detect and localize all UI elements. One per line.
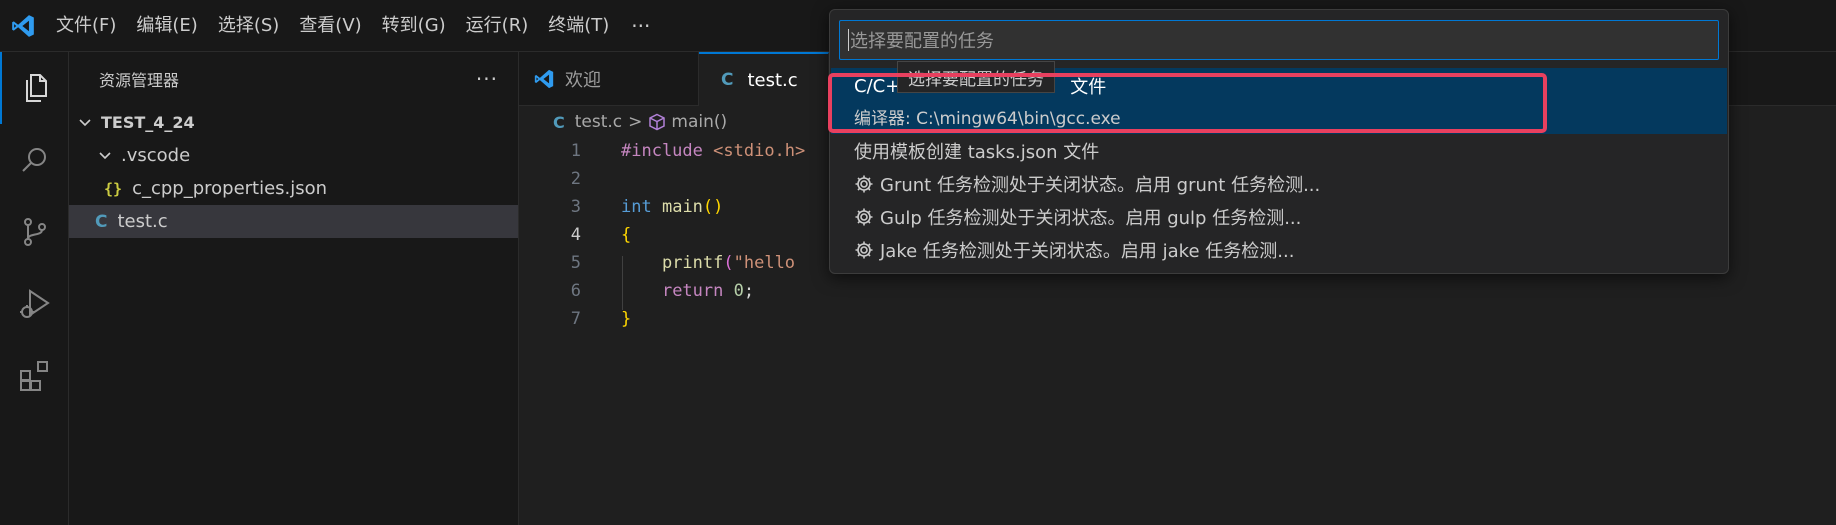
menu-bar: 文件(F) 编辑(E) 选择(S) 查看(V) 转到(G) 运行(R) 终端(T…	[46, 0, 662, 52]
vscode-logo-icon	[0, 0, 46, 52]
return-keyword: return	[661, 281, 724, 301]
line-content: printf("hello	[581, 253, 795, 273]
file-label: test.c	[117, 211, 168, 232]
explorer-more-button[interactable]: ···	[476, 67, 498, 91]
breadcrumb: C test.c > main()	[519, 107, 727, 137]
item-label: 使用模板创建 tasks.json 文件	[854, 142, 1100, 163]
quick-pick-dialog: 选择要配置的任务 C/C+ 文件 编译器: C:\mingw64\bin\gcc…	[829, 9, 1729, 274]
tab-test-c[interactable]: C test.c	[699, 52, 829, 106]
line-number: 2	[570, 169, 581, 189]
item-label: Grunt 任务检测处于关闭状态。启用 grunt 任务检测...	[880, 175, 1321, 196]
line-number: 7	[570, 309, 581, 329]
indent-guide	[622, 256, 623, 310]
explorer-title: 资源管理器	[99, 71, 180, 90]
code-line: 7 }	[519, 305, 1836, 333]
tab-label: 欢迎	[565, 70, 601, 91]
function-name: main	[661, 197, 703, 217]
c-file-icon: C	[721, 70, 734, 90]
line-number: 5	[570, 253, 581, 273]
explorer-icon[interactable]	[0, 52, 69, 124]
tree-folder-vscode[interactable]: .vscode	[69, 139, 518, 172]
menu-view[interactable]: 查看(V)	[289, 0, 371, 52]
menu-go[interactable]: 转到(G)	[372, 0, 456, 52]
number-literal: 0	[733, 281, 744, 301]
menu-run[interactable]: 运行(R)	[456, 0, 539, 52]
tab-label: test.c	[747, 69, 798, 91]
line-number: 6	[570, 281, 581, 301]
file-label: c_cpp_properties.json	[132, 178, 328, 199]
c-file-icon: C	[95, 211, 108, 232]
gear-icon	[854, 174, 874, 194]
item-label: Jake 任务检测处于关闭状态。启用 jake 任务检测...	[880, 241, 1295, 262]
line-content: {	[581, 225, 631, 245]
json-file-icon: {}	[104, 179, 123, 198]
open-brace: {	[621, 225, 632, 245]
quick-pick-item[interactable]: Grunt 任务检测处于关闭状态。启用 grunt 任务检测...	[854, 169, 1320, 199]
root-folder-label: TEST_4_24	[101, 113, 195, 132]
menu-edit[interactable]: 编辑(E)	[126, 0, 207, 52]
quick-pick-item[interactable]: Jake 任务检测处于关闭状态。启用 jake 任务检测...	[854, 235, 1294, 265]
line-content: }	[581, 309, 631, 329]
paren: (	[723, 253, 734, 273]
line-content: int main()	[581, 197, 723, 217]
code-line: 6 return 0;	[519, 277, 1836, 305]
menu-selection[interactable]: 选择(S)	[208, 0, 289, 52]
menu-file[interactable]: 文件(F)	[46, 0, 126, 52]
vscode-logo-icon	[533, 68, 555, 90]
breadcrumb-symbol[interactable]: main()	[671, 112, 727, 132]
tree-file-json[interactable]: {} c_cpp_properties.json	[69, 172, 518, 205]
line-content: return 0;	[581, 281, 754, 301]
chevron-down-icon	[75, 116, 95, 130]
line-content: #include <stdio.h>	[581, 141, 805, 161]
activity-bar	[0, 52, 69, 525]
gear-icon	[854, 240, 874, 260]
parens: ()	[702, 197, 724, 217]
extensions-icon[interactable]	[0, 340, 69, 412]
quick-pick-item[interactable]: 使用模板创建 tasks.json 文件	[854, 136, 1099, 166]
folder-label: .vscode	[121, 145, 191, 166]
line-number: 1	[570, 141, 581, 161]
run-debug-icon[interactable]	[0, 268, 69, 340]
include-path: <stdio.h>	[713, 141, 806, 161]
line-number: 3	[570, 197, 581, 217]
quick-pick-placeholder: 选择要配置的任务	[850, 31, 994, 52]
type-keyword: int	[621, 197, 652, 217]
breadcrumb-separator: >	[628, 112, 643, 132]
gear-icon	[854, 207, 874, 227]
string-literal: "hello	[733, 253, 796, 273]
line-number: 4	[570, 225, 581, 245]
item-label: Gulp 任务检测处于关闭状态。启用 gulp 任务检测...	[880, 208, 1302, 229]
semicolon: ;	[743, 281, 755, 301]
close-brace: }	[621, 309, 632, 329]
preprocessor-directive: #include	[621, 141, 703, 161]
source-control-icon[interactable]	[0, 196, 69, 268]
quick-pick-item[interactable]: Gulp 任务检测处于关闭状态。启用 gulp 任务检测...	[854, 202, 1301, 232]
tree-root-folder[interactable]: TEST_4_24	[69, 106, 518, 139]
text-caret	[848, 29, 849, 51]
tree-file-c[interactable]: C test.c	[69, 205, 518, 238]
search-icon[interactable]	[0, 124, 69, 196]
c-file-icon: C	[553, 112, 565, 132]
menu-terminal[interactable]: 终端(T)	[538, 0, 619, 52]
explorer-header: 资源管理器 ···	[69, 52, 518, 106]
menu-more-button[interactable]: ···	[619, 14, 662, 38]
quick-pick-input[interactable]: 选择要配置的任务	[839, 20, 1719, 60]
chevron-down-icon	[95, 149, 115, 163]
explorer-sidebar: 资源管理器 ··· TEST_4_24 .vscode {} c_cpp_pro…	[69, 52, 519, 525]
tab-welcome[interactable]: 欢迎	[519, 52, 699, 106]
breadcrumb-file[interactable]: test.c	[575, 112, 622, 132]
cube-icon	[648, 113, 666, 131]
annotation-highlight-box	[828, 73, 1547, 133]
function-call: printf	[661, 253, 724, 273]
